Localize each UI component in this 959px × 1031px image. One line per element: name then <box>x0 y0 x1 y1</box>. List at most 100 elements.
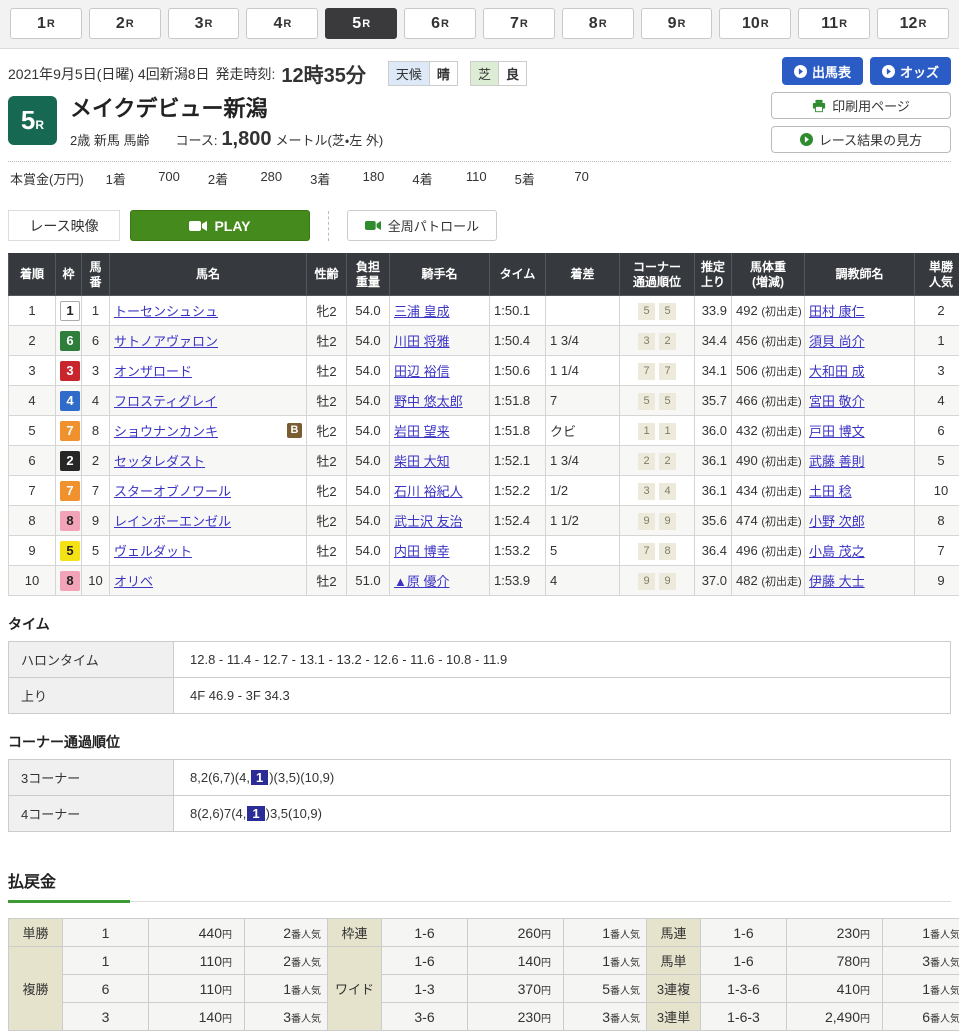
horse-number: 9 <box>82 506 110 536</box>
horse-link[interactable]: セッタレダスト <box>114 454 205 469</box>
horse-number: 4 <box>82 386 110 416</box>
margin: クビ <box>546 416 620 446</box>
tab-8r[interactable]: 8R <box>562 8 634 39</box>
trainer-link[interactable]: 伊藤 大士 <box>809 574 865 589</box>
horse-link[interactable]: スターオブノワール <box>114 484 231 499</box>
tab-11r[interactable]: 11R <box>798 8 870 39</box>
umatan-popularity: 3番人気 <box>883 947 959 975</box>
horse-link[interactable]: ショウナンカンキ <box>114 421 218 440</box>
horse-link[interactable]: ヴェルダット <box>114 544 192 559</box>
results-table: 着順 枠 馬番 馬名 性齢 負担重量 騎手名 タイム 着差 コーナー通過順位 推… <box>8 253 959 596</box>
jockey-link[interactable]: 野中 悠太郎 <box>394 394 463 409</box>
odds-button[interactable]: オッズ <box>870 57 951 85</box>
trainer-link[interactable]: 土田 稔 <box>809 484 852 499</box>
shutsuba-button[interactable]: 出馬表 <box>782 57 863 85</box>
horse-number: 5 <box>82 536 110 566</box>
jockey-link[interactable]: ▲原 優介 <box>394 574 449 589</box>
sanrentan-amount: 2,490円 <box>787 1003 883 1031</box>
odds-label: オッズ <box>900 62 939 81</box>
tab-number: 3 <box>195 15 204 33</box>
play-button[interactable]: PLAY <box>130 210 310 241</box>
finish-time: 1:52.4 <box>490 506 546 536</box>
table-row: 1 1 1 トーセンシュシュ 牝2 54.0 三浦 皇成 1:50.1 55 3… <box>9 296 959 326</box>
horse-link[interactable]: フロスティグレイ <box>114 394 217 409</box>
horse-link[interactable]: レインボーエンゼル <box>114 514 231 529</box>
jockey-link[interactable]: 岩田 望来 <box>394 424 450 439</box>
page-title: メイクデビュー新潟 <box>70 96 383 122</box>
table-row: 3 140円 3番人気 3-6 230円 3番人気 3連単 1-6-3 2,49… <box>9 1003 959 1031</box>
finish-pos: 8 <box>9 506 56 536</box>
agari-times: 4F 46.9 - 3F 34.3 <box>174 678 951 714</box>
wide-popularity: 3番人気 <box>564 1003 647 1031</box>
video-camera-icon <box>365 220 381 231</box>
jockey-link[interactable]: 武士沢 友治 <box>394 514 463 529</box>
trainer-link[interactable]: 大和田 成 <box>809 364 865 379</box>
tab-4r[interactable]: 4R <box>246 8 318 39</box>
carried-weight: 54.0 <box>347 506 390 536</box>
trainer-link[interactable]: 田村 康仁 <box>809 304 865 319</box>
trainer-link[interactable]: 小島 茂之 <box>809 544 865 559</box>
finish-pos: 2 <box>9 326 56 356</box>
jockey-link[interactable]: 田辺 裕信 <box>394 364 450 379</box>
patrol-video-button[interactable]: 全周パトロール <box>347 210 497 241</box>
table-row: 6 2 2 セッタレダスト 牡2 54.0 柴田 大知 1:52.1 1 3/4… <box>9 446 959 476</box>
jockey-link[interactable]: 三浦 皇成 <box>394 304 450 319</box>
horse-link[interactable]: サトノアヴァロン <box>114 334 218 349</box>
trainer-link[interactable]: 須貝 尚介 <box>809 334 865 349</box>
prize-place: 4着 <box>412 169 432 188</box>
frame-badge: 7 <box>60 481 80 501</box>
tab-7r[interactable]: 7R <box>483 8 555 39</box>
trainer-link[interactable]: 小野 次郎 <box>809 514 865 529</box>
margin <box>546 296 620 326</box>
horse-link[interactable]: オンザロード <box>114 364 192 379</box>
horse-number: 3 <box>82 356 110 386</box>
tab-6r[interactable]: 6R <box>404 8 476 39</box>
tab-2r[interactable]: 2R <box>89 8 161 39</box>
popularity: 6 <box>915 416 959 446</box>
jockey-link[interactable]: 内田 博幸 <box>394 544 450 559</box>
col-last3f: 推定上り <box>695 254 732 296</box>
horse-link[interactable]: トーセンシュシュ <box>114 304 218 319</box>
jockey-link[interactable]: 石川 裕紀人 <box>394 484 463 499</box>
frame-badge: 3 <box>60 361 80 381</box>
carried-weight: 54.0 <box>347 536 390 566</box>
start-time-value: 12時35分 <box>281 59 366 88</box>
trainer-link[interactable]: 武藤 善則 <box>809 454 865 469</box>
race-tab-bar: 1R 2R 3R 4R 5R 6R 7R 8R 9R 10R 11R 12R <box>0 0 959 49</box>
table-row: ハロンタイム 12.8 - 11.4 - 12.7 - 13.1 - 13.2 … <box>9 642 951 678</box>
tab-number: 1 <box>37 15 46 33</box>
horse-link[interactable]: オリベ <box>114 574 153 589</box>
horse-number: 8 <box>82 416 110 446</box>
popularity: 8 <box>915 506 959 536</box>
trainer-link[interactable]: 戸田 博文 <box>809 424 865 439</box>
col-finish: 着順 <box>9 254 56 296</box>
tab-r-suffix: R <box>283 18 291 30</box>
tab-1r[interactable]: 1R <box>10 8 82 39</box>
race-header: 2021年9月5日(日曜) 4回新潟8日 発走時刻: 12時35分 天候 晴 芝… <box>8 49 951 196</box>
sanrenpuku-label: 3連複 <box>647 975 701 1003</box>
jockey-link[interactable]: 川田 将雅 <box>394 334 450 349</box>
jockey-link[interactable]: 柴田 大知 <box>394 454 450 469</box>
popularity: 10 <box>915 476 959 506</box>
fukusho-combo: 1 <box>63 947 149 975</box>
table-row: 3コーナー 8,2(6,7)(4,1)(3,5)(10,9) <box>9 760 951 796</box>
col-jockey: 騎手名 <box>390 254 490 296</box>
tab-10r[interactable]: 10R <box>719 8 791 39</box>
popularity: 5 <box>915 446 959 476</box>
finish-time: 1:53.9 <box>490 566 546 596</box>
wakuren-label: 枠連 <box>328 919 382 947</box>
tab-12r[interactable]: 12R <box>877 8 949 39</box>
print-page-button[interactable]: 印刷用ページ <box>771 92 951 119</box>
finish-pos: 3 <box>9 356 56 386</box>
payout-table: 単勝 1 440円 2番人気 枠連 1-6 260円 1番人気 馬連 1-6 2… <box>8 918 959 1031</box>
frame-badge: 4 <box>60 391 80 411</box>
tab-r-suffix: R <box>520 18 528 30</box>
result-guide-button[interactable]: レース結果の見方 <box>771 126 951 153</box>
corner4-label: 4コーナー <box>9 796 174 832</box>
tab-5r-active[interactable]: 5R <box>325 8 397 39</box>
popularity: 9 <box>915 566 959 596</box>
tab-9r[interactable]: 9R <box>641 8 713 39</box>
tab-3r[interactable]: 3R <box>168 8 240 39</box>
finish-pos: 9 <box>9 536 56 566</box>
trainer-link[interactable]: 宮田 敬介 <box>809 394 865 409</box>
